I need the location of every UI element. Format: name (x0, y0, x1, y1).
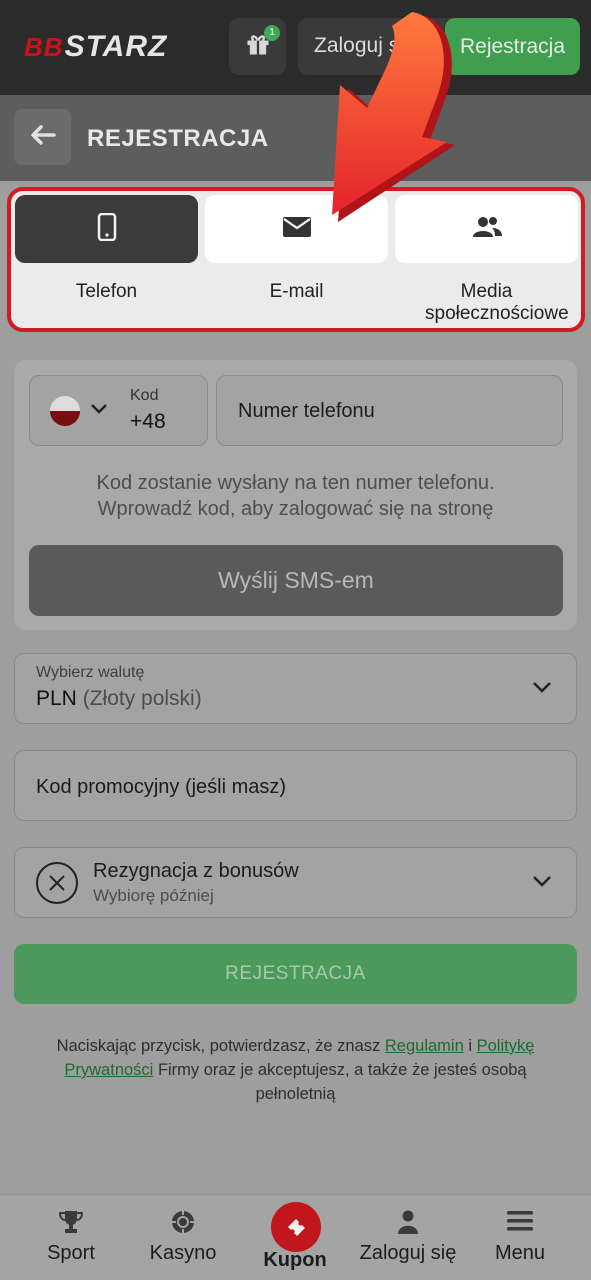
casino-chip-icon (124, 1209, 242, 1237)
country-code-value: +48 (130, 410, 166, 433)
nav-label-kupon: Kupon (263, 1249, 327, 1271)
register-submit-button[interactable]: REJESTRACJA (14, 944, 577, 1004)
send-sms-button[interactable]: Wyślij SMS-em (29, 545, 563, 616)
ticket-icon (271, 1202, 321, 1252)
back-button[interactable] (14, 109, 71, 165)
phone-number-input[interactable]: Numer telefonu (216, 375, 563, 446)
user-icon (349, 1209, 467, 1237)
phone-hint: Kod zostanie wysłany na ten numer telefo… (14, 470, 577, 522)
legal-text-3: Firmy oraz je akceptujesz, a także że je… (157, 1061, 527, 1103)
country-code-selector[interactable]: Kod +48 (29, 375, 208, 446)
method-label-social: Media społecznościowe (425, 281, 569, 324)
brand-logo[interactable]: BBSTARZ (24, 30, 167, 64)
gift-count-badge: 1 (264, 25, 280, 41)
phone-hint-line-2: Wprowadź kod, aby zalogować się na stron… (97, 498, 494, 520)
nav-label-casino: Kasyno (149, 1242, 217, 1264)
login-button[interactable]: Zaloguj się (298, 18, 458, 75)
phone-registration-card: Kod +48 Numer telefonu Kod zostanie wysł… (14, 360, 577, 630)
currency-value: PLN (Złoty polski) (36, 687, 202, 711)
currency-label: Wybierz walutę (36, 664, 145, 681)
method-tab-social[interactable] (395, 195, 578, 263)
currency-select[interactable]: Wybierz walutę PLN (Złoty polski) (14, 653, 577, 724)
method-tab-phone[interactable] (15, 195, 198, 263)
page-header: REJESTRACJA (0, 95, 591, 181)
method-label-email: E-mail (269, 281, 324, 302)
page-title: REJESTRACJA (87, 125, 269, 152)
nav-label-menu: Menu (494, 1242, 546, 1264)
nav-label-sport: Sport (47, 1242, 95, 1264)
terms-link[interactable]: Regulamin (385, 1037, 464, 1055)
bonus-select[interactable]: Rezygnacja z bonusów Wybiorę później (14, 847, 577, 918)
users-icon (471, 215, 503, 244)
nav-item-login[interactable]: Zaloguj się (349, 1195, 467, 1280)
bottom-navigation: Sport Kasyno Kupon Zaloguj się Menu (0, 1194, 591, 1280)
country-code-label: Kod (130, 387, 159, 404)
brand-logo-prefix: BB (24, 32, 64, 62)
chevron-down-icon (532, 680, 552, 699)
hamburger-icon (461, 1209, 579, 1237)
legal-text-1: Naciskając przycisk, potwierdzasz, że zn… (56, 1037, 381, 1055)
chevron-down-icon (532, 874, 552, 893)
promo-code-placeholder: Kod promocyjny (jeśli masz) (36, 776, 287, 798)
bonus-subtitle: Wybiorę później (93, 886, 214, 905)
top-bar: BBSTARZ 1 Zaloguj się Rejestracja (0, 0, 591, 95)
close-circle-icon (36, 862, 78, 904)
currency-code: PLN (36, 687, 77, 710)
currency-name: (Złoty polski) (82, 687, 202, 710)
gift-button[interactable]: 1 (229, 18, 286, 75)
legal-text-2: i (468, 1037, 473, 1055)
nav-label-login: Zaloguj się (359, 1242, 457, 1264)
register-top-button[interactable]: Rejestracja (445, 18, 580, 75)
nav-item-casino[interactable]: Kasyno (124, 1195, 242, 1280)
promo-code-input[interactable]: Kod promocyjny (jeśli masz) (14, 750, 577, 821)
poland-flag-icon (50, 396, 80, 426)
arrow-left-icon (30, 124, 56, 151)
brand-logo-name: STARZ (64, 30, 168, 63)
method-label-phone: Telefon (75, 281, 138, 302)
nav-item-kupon[interactable]: Kupon (236, 1195, 354, 1280)
registration-method-selector: Telefon E-mail Media społecznościowe (7, 187, 585, 332)
envelope-icon (282, 216, 312, 243)
chevron-down-icon (90, 402, 108, 420)
phone-hint-line-1: Kod zostanie wysłany na ten numer telefo… (96, 472, 495, 494)
phone-icon (97, 212, 117, 246)
nav-item-sport[interactable]: Sport (12, 1195, 130, 1280)
trophy-icon (12, 1209, 130, 1237)
legal-notice: Naciskając przycisk, potwierdzasz, że zn… (30, 1034, 561, 1106)
method-tab-email[interactable] (205, 195, 388, 263)
bonus-title: Rezygnacja z bonusów (93, 860, 299, 882)
nav-item-menu[interactable]: Menu (461, 1195, 579, 1280)
